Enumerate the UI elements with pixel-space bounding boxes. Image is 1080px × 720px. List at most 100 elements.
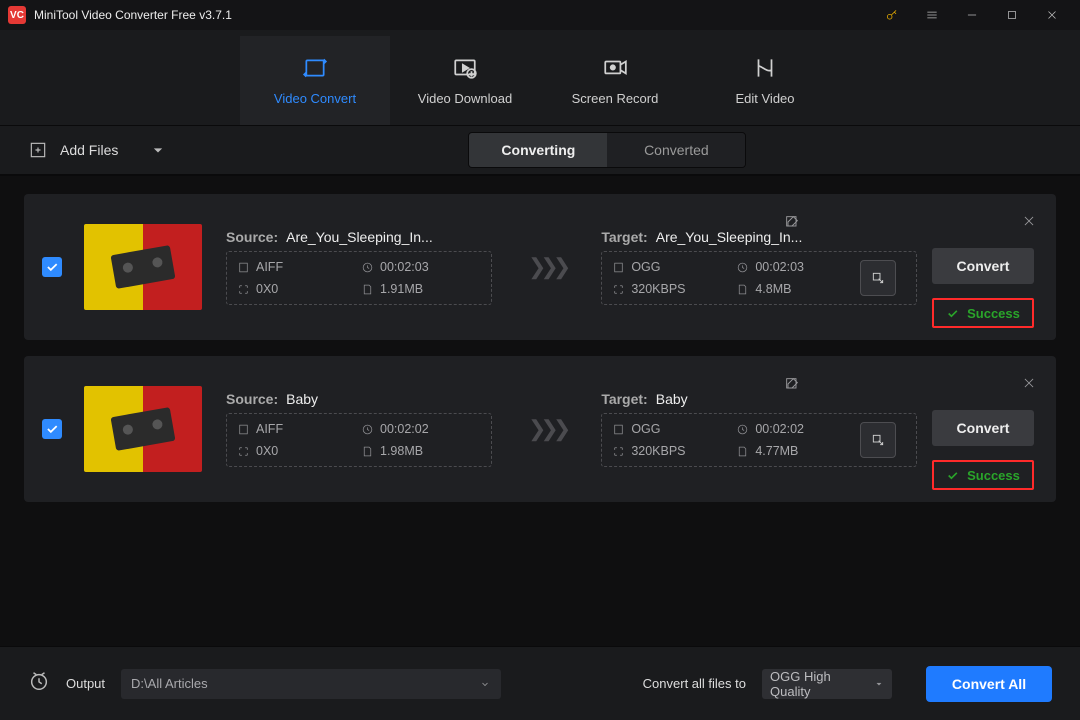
clock-icon: [736, 423, 749, 436]
source-size: 1.91MB: [380, 282, 423, 296]
tab-edit-video[interactable]: Edit Video: [690, 36, 840, 125]
resolution-icon: [237, 283, 250, 296]
clock-icon: [736, 261, 749, 274]
filesize-icon: [736, 283, 749, 296]
target-size: 4.77MB: [755, 444, 798, 458]
clock-icon: [361, 261, 374, 274]
target-filename: Are_You_Sleeping_In...: [656, 229, 803, 245]
conversion-list: Source: Are_You_Sleeping_In... AIFF 00:02…: [0, 176, 1080, 520]
row-checkbox[interactable]: [42, 257, 62, 277]
output-path-select[interactable]: D:\All Articles: [121, 669, 501, 699]
conversion-row: Source: Are_You_Sleeping_In... AIFF 00:02…: [24, 194, 1056, 340]
source-label: Source:: [226, 391, 278, 407]
chevron-down-icon: [148, 140, 168, 160]
status-text: Success: [967, 306, 1020, 321]
tab-label: Edit Video: [735, 91, 794, 106]
tab-screen-record[interactable]: Screen Record: [540, 36, 690, 125]
status-segment: Converting Converted: [468, 132, 746, 168]
app-logo-icon: VC: [8, 6, 26, 24]
check-icon: [946, 469, 959, 482]
footer: Output D:\All Articles Convert all files…: [0, 646, 1080, 720]
target-bitrate: 320KBPS: [631, 444, 685, 458]
source-duration: 00:02:03: [380, 260, 429, 274]
status-badge: Success: [932, 298, 1034, 328]
titlebar: VC MiniTool Video Converter Free v3.7.1: [0, 0, 1080, 30]
tab-label: Video Download: [418, 91, 512, 106]
source-resolution: 0X0: [256, 444, 278, 458]
clock-icon: [361, 423, 374, 436]
source-block: Source: Are_You_Sleeping_In... AIFF 00:02…: [226, 229, 492, 305]
close-button[interactable]: [1032, 0, 1072, 30]
target-block: Target: Are_You_Sleeping_In... OGG 00:02:…: [601, 229, 917, 305]
arrows-icon: ❯❯❯: [528, 254, 565, 280]
add-files-button[interactable]: Add Files: [28, 140, 168, 160]
remove-row-icon[interactable]: [1022, 214, 1036, 228]
status-badge: Success: [932, 460, 1034, 490]
target-format-select[interactable]: OGG High Quality: [762, 669, 892, 699]
tab-video-download[interactable]: Video Download: [390, 36, 540, 125]
tab-label: Screen Record: [572, 91, 659, 106]
convert-button[interactable]: Convert: [932, 248, 1034, 284]
status-text: Success: [967, 468, 1020, 483]
target-duration: 00:02:03: [755, 260, 804, 274]
filesize-icon: [736, 445, 749, 458]
convert-all-button[interactable]: Convert All: [926, 666, 1052, 702]
target-size: 4.8MB: [755, 282, 791, 296]
format-icon: [237, 423, 250, 436]
upgrade-key-icon[interactable]: [872, 0, 912, 30]
edit-target-icon[interactable]: [784, 214, 800, 230]
target-format: OGG: [631, 260, 660, 274]
main-tabs: Video Convert Video Download Screen Reco…: [0, 30, 1080, 126]
arrows-icon: ❯❯❯: [528, 416, 565, 442]
maximize-button[interactable]: [992, 0, 1032, 30]
thumbnail: [84, 386, 202, 472]
filesize-icon: [361, 445, 374, 458]
row-checkbox[interactable]: [42, 419, 62, 439]
bitrate-icon: [612, 283, 625, 296]
target-settings-button[interactable]: [860, 422, 896, 458]
resolution-icon: [237, 445, 250, 458]
schedule-icon[interactable]: [28, 670, 50, 697]
format-icon: [612, 423, 625, 436]
add-files-label: Add Files: [60, 142, 118, 158]
output-label: Output: [66, 676, 105, 691]
chevron-down-icon: [479, 678, 491, 690]
output-path-value: D:\All Articles: [131, 676, 208, 691]
source-filename: Are_You_Sleeping_In...: [286, 229, 433, 245]
source-filename: Baby: [286, 391, 318, 407]
thumbnail: [84, 224, 202, 310]
target-filename: Baby: [656, 391, 688, 407]
check-icon: [946, 307, 959, 320]
source-resolution: 0X0: [256, 282, 278, 296]
tab-video-convert[interactable]: Video Convert: [240, 36, 390, 125]
target-format-value: OGG High Quality: [770, 669, 874, 699]
bitrate-icon: [612, 445, 625, 458]
target-label: Target:: [601, 391, 647, 407]
convert-all-label: Convert all files to: [643, 676, 746, 691]
target-duration: 00:02:02: [755, 422, 804, 436]
target-settings-button[interactable]: [860, 260, 896, 296]
chevron-down-icon: [874, 679, 884, 689]
source-duration: 00:02:02: [380, 422, 429, 436]
add-file-icon: [28, 140, 48, 160]
remove-row-icon[interactable]: [1022, 376, 1036, 390]
source-label: Source:: [226, 229, 278, 245]
source-block: Source: Baby AIFF 00:02:02 0X0 1.98MB: [226, 391, 492, 467]
menu-icon[interactable]: [912, 0, 952, 30]
convert-button[interactable]: Convert: [932, 410, 1034, 446]
segment-converted[interactable]: Converted: [607, 133, 745, 167]
format-icon: [237, 261, 250, 274]
target-format: OGG: [631, 422, 660, 436]
tab-label: Video Convert: [274, 91, 356, 106]
target-label: Target:: [601, 229, 647, 245]
app-title: MiniTool Video Converter Free v3.7.1: [34, 8, 232, 22]
source-size: 1.98MB: [380, 444, 423, 458]
conversion-row: Source: Baby AIFF 00:02:02 0X0 1.98MB ❯❯❯…: [24, 356, 1056, 502]
source-format: AIFF: [256, 422, 283, 436]
minimize-button[interactable]: [952, 0, 992, 30]
filesize-icon: [361, 283, 374, 296]
segment-converting[interactable]: Converting: [469, 133, 607, 167]
source-format: AIFF: [256, 260, 283, 274]
edit-target-icon[interactable]: [784, 376, 800, 392]
format-icon: [612, 261, 625, 274]
